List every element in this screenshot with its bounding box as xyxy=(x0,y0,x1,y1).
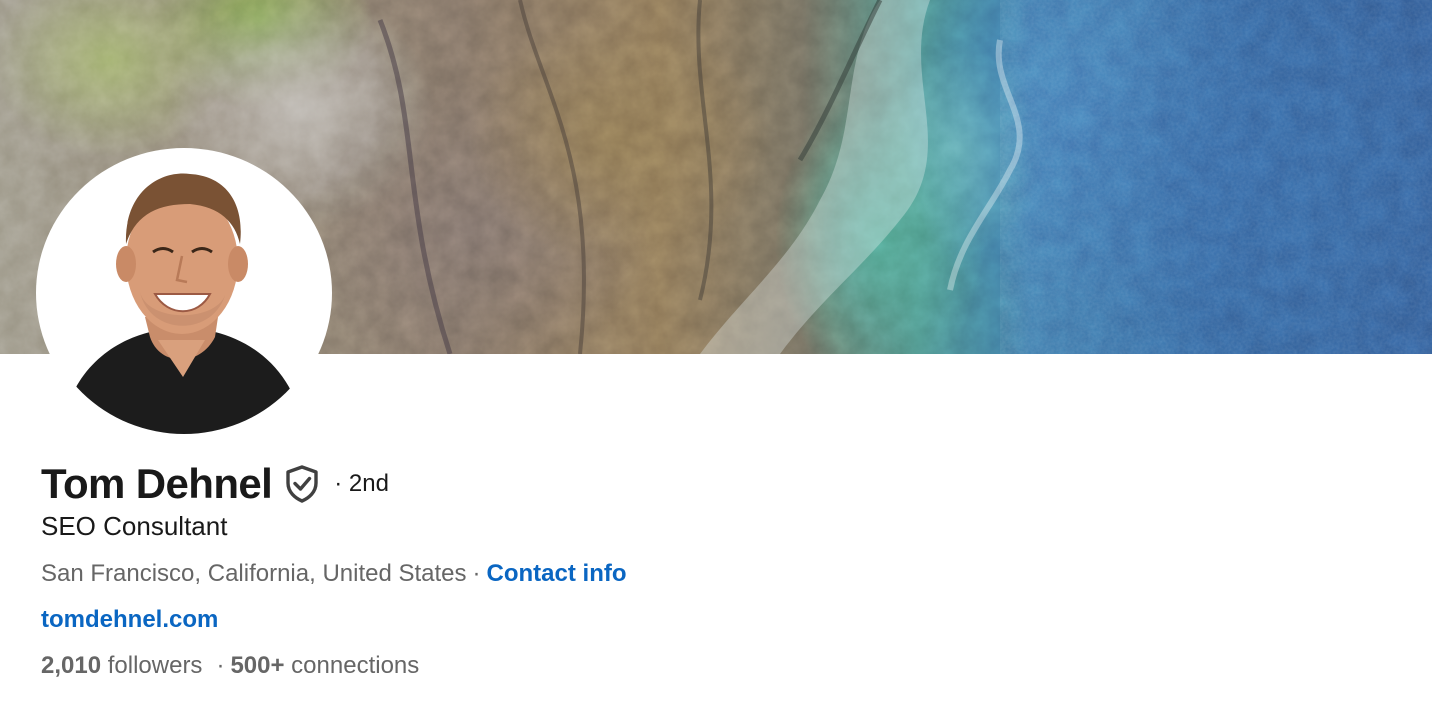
person-portrait xyxy=(40,152,328,434)
verified-shield-icon[interactable] xyxy=(284,465,320,503)
stats-row: 2,010 followers · 500+ connections xyxy=(41,652,419,680)
followers-count: 2,010 xyxy=(41,652,102,679)
separator-dot: · xyxy=(472,560,481,587)
location-row: San Francisco, California, United States… xyxy=(41,560,627,588)
profile-location: San Francisco, California, United States xyxy=(41,560,467,587)
website-link[interactable]: tomdehnel.com xyxy=(41,606,218,633)
profile-headline: SEO Consultant xyxy=(41,511,228,541)
connections-count: 500+ xyxy=(230,652,285,679)
followers-label: followers xyxy=(107,652,203,679)
connections-link[interactable]: 500+ connections xyxy=(230,652,419,679)
profile-card: Tom Dehnel · 2nd SEO Consultant San Fran… xyxy=(0,0,1432,709)
separator-dot: · xyxy=(216,652,225,679)
followers-link[interactable]: 2,010 followers xyxy=(41,652,202,679)
name-row: Tom Dehnel · 2nd xyxy=(41,458,389,510)
website-row: tomdehnel.com xyxy=(41,606,218,634)
profile-photo[interactable] xyxy=(40,152,328,434)
connection-degree: · 2nd xyxy=(334,470,389,497)
contact-info-link[interactable]: Contact info xyxy=(487,560,627,587)
profile-name: Tom Dehnel xyxy=(41,460,273,507)
connections-label: connections xyxy=(291,652,420,679)
